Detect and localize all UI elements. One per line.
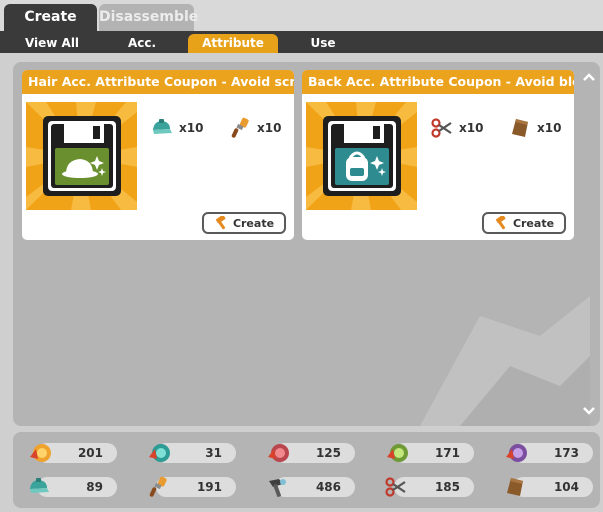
leather-icon bbox=[512, 119, 528, 137]
brush-icon bbox=[231, 117, 249, 138]
tab-view-all[interactable]: View All bbox=[4, 34, 100, 53]
tab-create[interactable]: Create bbox=[4, 4, 97, 31]
recipe-card: Back Acc. Attribute Coupon - Avoid block bbox=[302, 70, 574, 240]
material-quantity: x10 bbox=[537, 121, 562, 135]
inventory-item: 191 bbox=[146, 475, 236, 499]
recipe-panel: Hair Acc. Attribute Coupon - Avoid scree… bbox=[13, 62, 600, 426]
inventory-item: 171 bbox=[384, 441, 474, 465]
material-inventory: 201 31 125 171 173 89 191 486 185 104 bbox=[13, 432, 600, 508]
inventory-item: 173 bbox=[503, 441, 593, 465]
material-requirement: x10 bbox=[430, 116, 483, 140]
tab-acc[interactable]: Acc. bbox=[96, 34, 188, 53]
green-crystal-icon bbox=[387, 444, 408, 462]
top-tab-bar: Create Disassemble bbox=[0, 0, 603, 31]
create-button[interactable]: Create bbox=[202, 212, 286, 234]
inventory-item: 104 bbox=[503, 475, 593, 499]
material-quantity: x10 bbox=[257, 121, 282, 135]
recipe-title: Back Acc. Attribute Coupon - Avoid block bbox=[302, 70, 574, 94]
recipe-card: Hair Acc. Attribute Coupon - Avoid scree… bbox=[22, 70, 294, 240]
scissors-icon bbox=[385, 477, 406, 497]
teal-crystal-icon bbox=[149, 444, 170, 462]
create-button-label: Create bbox=[512, 216, 555, 230]
material-quantity: x10 bbox=[179, 121, 204, 135]
tab-use[interactable]: Use bbox=[278, 34, 368, 53]
tab-disassemble[interactable]: Disassemble bbox=[99, 4, 198, 31]
category-tab-bar: View All Acc. Attribute Use bbox=[0, 31, 603, 53]
orange-crystal-icon bbox=[30, 444, 51, 462]
tool-icon bbox=[269, 479, 286, 497]
scroll-up-icon[interactable] bbox=[582, 72, 596, 82]
scroll-down-icon[interactable] bbox=[582, 406, 596, 416]
inventory-item: 89 bbox=[27, 475, 117, 499]
leather-icon bbox=[507, 478, 523, 496]
floppy-hat-icon bbox=[26, 102, 137, 210]
hammer-icon bbox=[215, 216, 226, 230]
create-button-label: Create bbox=[232, 216, 275, 230]
teal-cap-icon bbox=[30, 478, 49, 493]
recipe-title: Hair Acc. Attribute Coupon - Avoid scree… bbox=[22, 70, 294, 94]
scissors-icon bbox=[431, 118, 452, 138]
material-requirement: x10 bbox=[228, 116, 281, 140]
inventory-item: 125 bbox=[265, 441, 355, 465]
tab-attribute[interactable]: Attribute bbox=[188, 34, 278, 53]
purple-crystal-icon bbox=[506, 444, 527, 462]
floppy-backpack-icon bbox=[306, 102, 417, 210]
create-button[interactable]: Create bbox=[482, 212, 566, 234]
inventory-item: 486 bbox=[265, 475, 355, 499]
inventory-item: 31 bbox=[146, 441, 236, 465]
teal-cap-icon bbox=[153, 119, 172, 134]
inventory-item: 185 bbox=[384, 475, 474, 499]
material-quantity: x10 bbox=[459, 121, 484, 135]
material-requirement: x10 bbox=[508, 116, 561, 140]
material-requirement: x10 bbox=[150, 116, 203, 140]
brush-icon bbox=[149, 476, 167, 497]
watermark-icon bbox=[420, 296, 590, 426]
inventory-item: 201 bbox=[27, 441, 117, 465]
red-crystal-icon bbox=[268, 444, 289, 462]
hammer-icon bbox=[495, 216, 506, 230]
